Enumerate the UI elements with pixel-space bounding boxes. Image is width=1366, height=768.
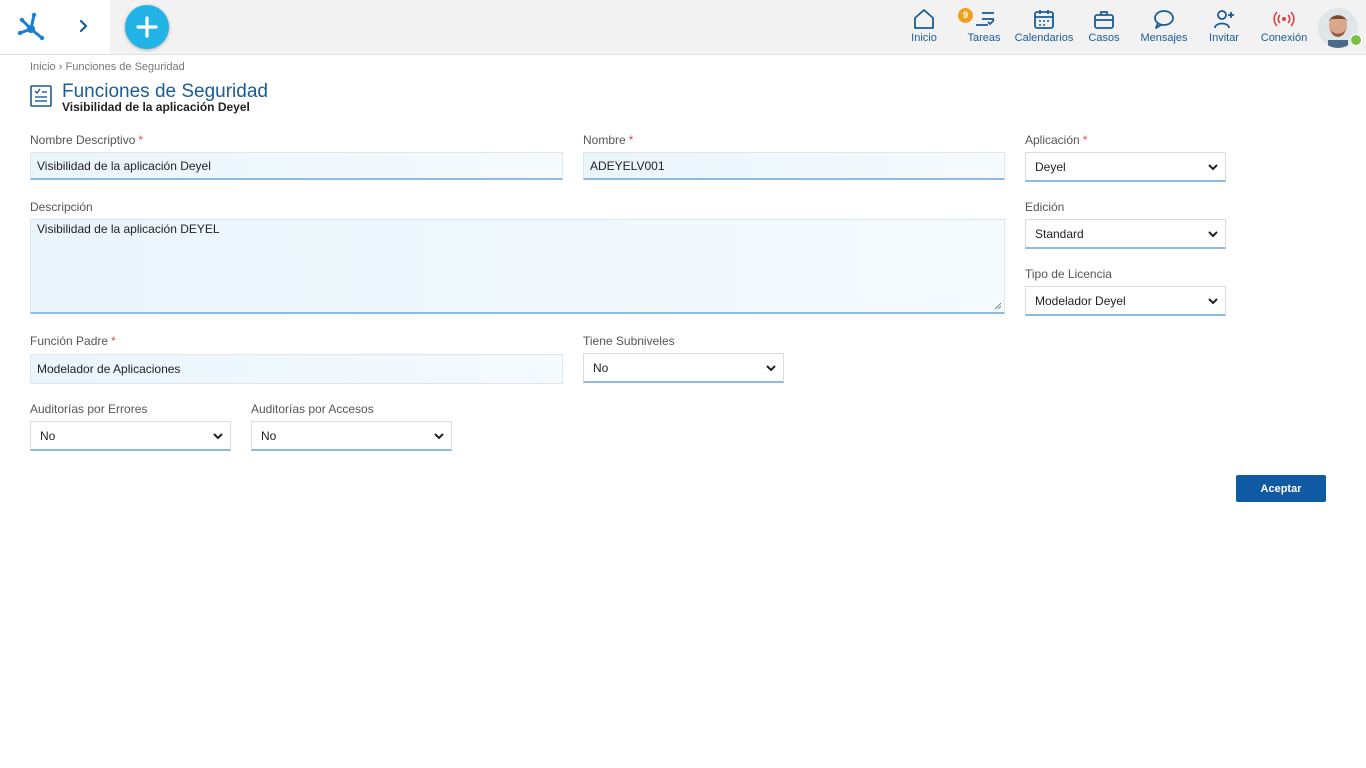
nav-calendarios-label: Calendarios — [1014, 32, 1074, 44]
chevron-down-icon — [1208, 164, 1218, 171]
nav-tareas-label: Tareas — [967, 32, 1001, 44]
nombre-label: Nombre * — [583, 133, 634, 147]
plus-icon — [136, 16, 158, 38]
tasks-icon — [976, 12, 995, 26]
edicion-label: Edición — [1025, 200, 1065, 214]
auditorias-accesos-value: No — [261, 429, 277, 443]
chevron-down-icon — [434, 433, 444, 440]
auditorias-accesos-select[interactable]: No — [251, 421, 452, 451]
aplicacion-select[interactable]: Deyel — [1025, 152, 1226, 182]
tiene-subniveles-select[interactable]: No — [583, 353, 784, 383]
chevron-down-icon — [1208, 231, 1218, 238]
nav-invitar-label: Invitar — [1209, 32, 1239, 44]
tipo-licencia-label: Tipo de Licencia — [1025, 267, 1112, 281]
connection-icon — [1273, 11, 1295, 27]
edicion-select[interactable]: Standard — [1025, 219, 1226, 249]
breadcrumb: Inicio › Funciones de Seguridad — [30, 61, 185, 73]
chevron-down-icon — [213, 433, 223, 440]
top-bar: Inicio 9 Tareas Calendarios Casos Mensaj… — [0, 0, 1366, 55]
home-icon — [914, 9, 934, 29]
chevron-down-icon — [766, 365, 776, 372]
breadcrumb-separator: › — [58, 61, 63, 73]
nav-conexion[interactable]: Conexión — [1254, 8, 1314, 48]
nav-casos[interactable]: Casos — [1074, 8, 1134, 48]
expand-menu-chevron-icon[interactable] — [74, 16, 94, 36]
auditorias-errores-value: No — [40, 429, 56, 443]
accept-button[interactable]: Aceptar — [1236, 475, 1326, 502]
security-functions-icon — [30, 85, 52, 107]
aplicacion-value: Deyel — [1035, 160, 1066, 174]
auditorias-errores-label: Auditorías por Errores — [30, 402, 148, 416]
nombre-input[interactable]: ADEYELV001 — [583, 152, 1005, 180]
tiene-subniveles-value: No — [593, 361, 609, 375]
breadcrumb-current: Funciones de Seguridad — [65, 61, 185, 73]
chat-icon — [1154, 10, 1174, 29]
tipo-licencia-value: Modelador Deyel — [1035, 294, 1126, 308]
add-user-icon — [1214, 10, 1234, 29]
chevron-down-icon — [1208, 298, 1218, 305]
nav-invitar[interactable]: Invitar — [1194, 8, 1254, 48]
page-subtitle: Visibilidad de la aplicación Deyel — [62, 100, 250, 114]
required-marker: * — [628, 133, 634, 147]
edicion-value: Standard — [1035, 227, 1084, 241]
deyel-logo-icon[interactable] — [14, 9, 48, 43]
nav-tareas[interactable]: 9 Tareas — [954, 8, 1014, 48]
nombre-descriptivo-label: Nombre Descriptivo * — [30, 133, 144, 147]
descripcion-label: Descripción — [30, 200, 93, 214]
nombre-descriptivo-input[interactable]: Visibilidad de la aplicación Deyel — [30, 152, 563, 180]
required-marker: * — [111, 334, 116, 348]
required-marker: * — [1082, 133, 1088, 147]
descripcion-value: Visibilidad de la aplicación DEYEL — [37, 222, 220, 236]
nav-calendarios[interactable]: Calendarios — [1014, 8, 1074, 48]
funcion-padre-input[interactable]: Modelador de Aplicaciones — [30, 354, 563, 384]
auditorias-accesos-label: Auditorías por Accesos — [251, 402, 374, 416]
funcion-padre-label: Función Padre * — [30, 334, 116, 348]
nav-casos-label: Casos — [1088, 32, 1120, 44]
calendar-icon — [1034, 10, 1054, 29]
nav-mensajes-label: Mensajes — [1140, 32, 1188, 44]
nav-inicio-label: Inicio — [911, 32, 937, 44]
add-button[interactable] — [125, 5, 169, 49]
nav-conexion-label: Conexión — [1260, 32, 1308, 44]
nav-mensajes[interactable]: Mensajes — [1134, 8, 1194, 48]
breadcrumb-home[interactable]: Inicio — [30, 61, 56, 73]
required-marker: * — [138, 133, 144, 147]
logo-area — [0, 0, 110, 54]
resize-grip-icon[interactable] — [994, 302, 1002, 310]
nav-inicio[interactable]: Inicio — [894, 8, 954, 48]
aplicacion-label: Aplicación * — [1025, 133, 1088, 147]
descripcion-textarea[interactable]: Visibilidad de la aplicación DEYEL — [30, 219, 1005, 314]
online-status-icon — [1350, 34, 1362, 46]
briefcase-icon — [1094, 11, 1114, 29]
tipo-licencia-select[interactable]: Modelador Deyel — [1025, 286, 1226, 316]
auditorias-errores-select[interactable]: No — [30, 421, 231, 451]
tiene-subniveles-label: Tiene Subniveles — [583, 334, 675, 348]
tasks-count-badge: 9 — [958, 8, 973, 23]
